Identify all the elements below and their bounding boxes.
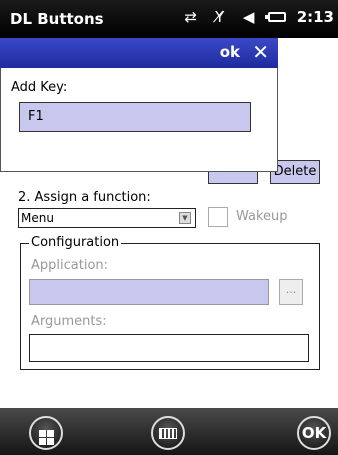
wakeup-checkbox[interactable] bbox=[208, 207, 228, 227]
add-key-dialog: Add Key: F1 bbox=[0, 68, 278, 172]
status-icons: ⇄ Y̸ ◀ 2:13 bbox=[181, 8, 334, 26]
dialog-title-bar: ok ✕ bbox=[0, 38, 278, 68]
configuration-group: Configuration Application: ... Arguments… bbox=[20, 235, 320, 370]
chevron-down-icon[interactable]: ▼ bbox=[179, 212, 191, 224]
battery-icon bbox=[264, 12, 286, 22]
ok-button[interactable]: OK bbox=[297, 416, 331, 450]
speaker-icon: ◀ bbox=[242, 8, 255, 26]
wakeup-label: Wakeup bbox=[236, 209, 288, 224]
dialog-close-button[interactable]: ✕ bbox=[252, 40, 269, 64]
configuration-legend: Configuration bbox=[29, 235, 122, 250]
sync-arrows-icon: ⇄ bbox=[184, 8, 197, 26]
status-bar: DL Buttons ⇄ Y̸ ◀ 2:13 bbox=[0, 0, 338, 38]
clock: 2:13 bbox=[296, 8, 334, 26]
application-label: Application: bbox=[31, 258, 109, 273]
keyboard-button[interactable] bbox=[151, 416, 185, 450]
app-title: DL Buttons bbox=[10, 10, 104, 28]
assign-function-label: 2. Assign a function: bbox=[18, 190, 151, 205]
arguments-label: Arguments: bbox=[31, 314, 107, 329]
add-key-input[interactable]: F1 bbox=[19, 102, 251, 132]
add-key-label: Add Key: bbox=[11, 80, 68, 95]
function-select-value: Menu bbox=[21, 211, 54, 225]
no-signal-icon: Y̸ bbox=[215, 8, 225, 26]
keyboard-icon bbox=[159, 428, 177, 439]
windows-flag-icon bbox=[38, 430, 54, 445]
dialog-ok-button[interactable]: ok bbox=[220, 43, 240, 61]
bottom-bar: OK bbox=[0, 408, 338, 455]
start-button[interactable] bbox=[29, 416, 63, 450]
arguments-input[interactable] bbox=[29, 334, 309, 362]
function-select[interactable]: Menu ▼ bbox=[18, 208, 196, 228]
browse-button[interactable]: ... bbox=[279, 279, 303, 305]
application-input[interactable] bbox=[29, 279, 269, 305]
